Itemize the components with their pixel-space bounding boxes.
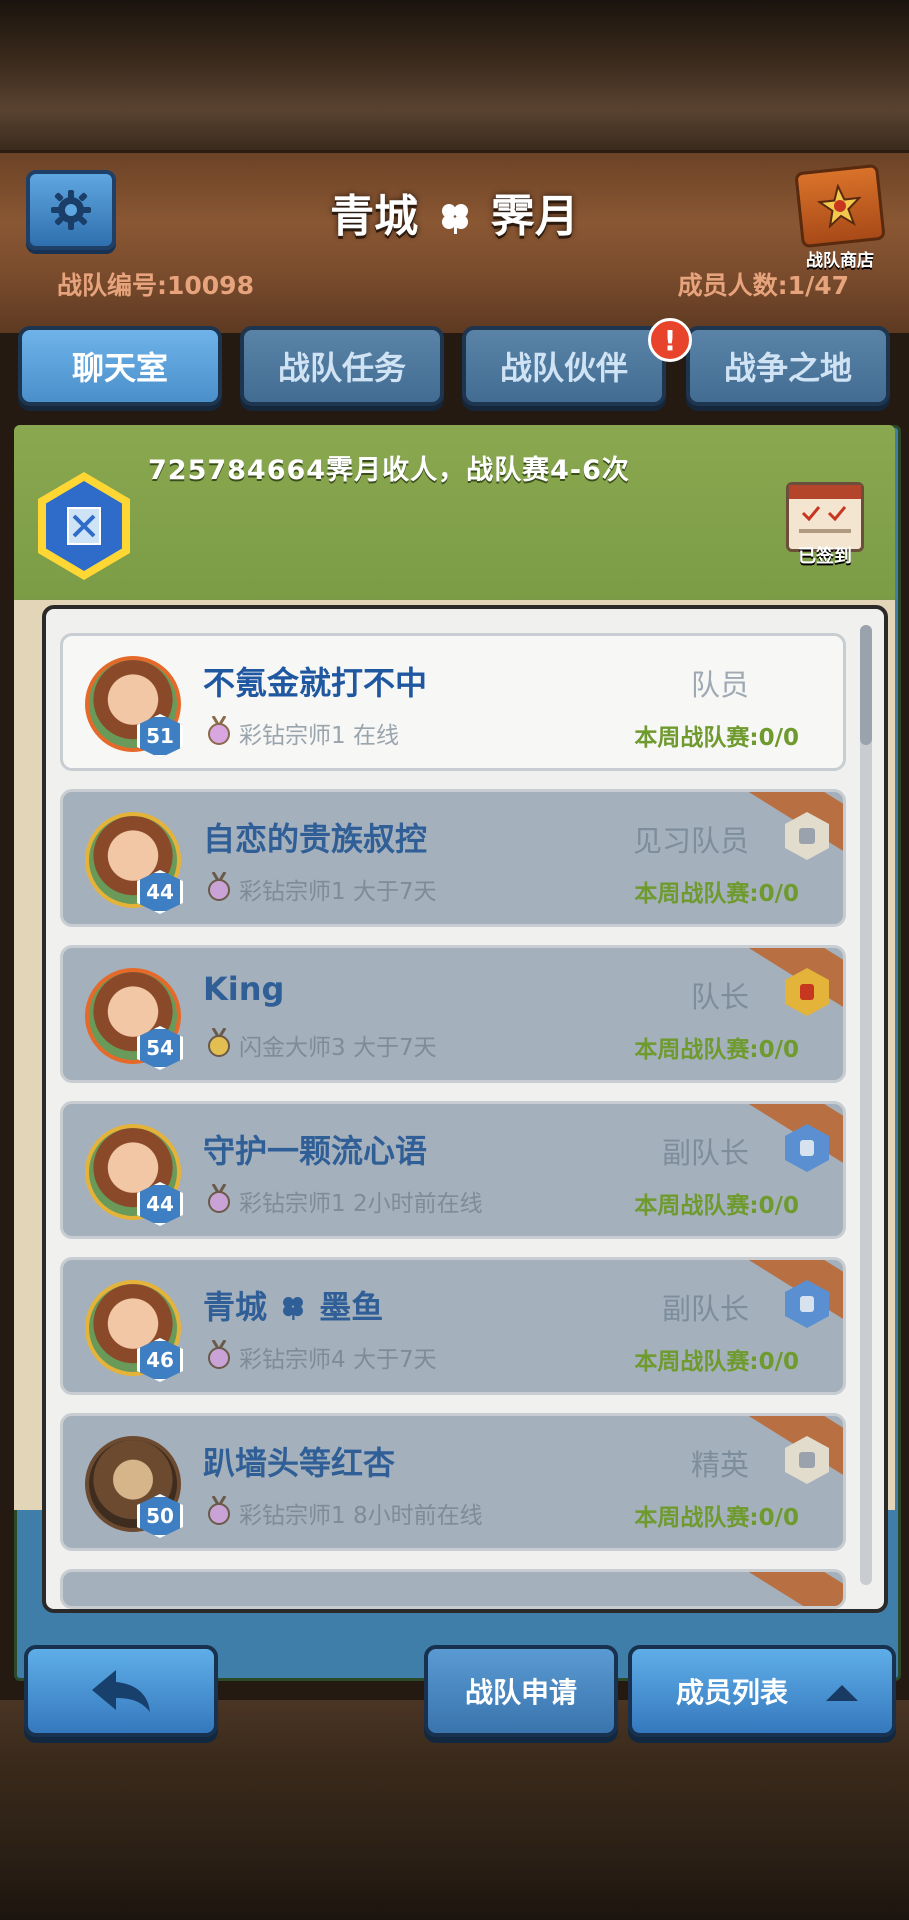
member-name: 不氪金就打不中 xyxy=(203,664,428,702)
tab-bar: 聊天室 战队任务 战队伙伴 战争之地 xyxy=(0,326,909,412)
member-rank: 彩钻宗师1 2小时前在线 xyxy=(239,1191,483,1217)
avatar: 51 xyxy=(77,648,183,758)
weekly-battles: 本周战队赛:0/0 xyxy=(634,1505,799,1531)
rank-medal-icon xyxy=(208,1028,230,1057)
member-count: 成员人数:1/47 xyxy=(677,271,849,300)
member-role: 队长 xyxy=(690,980,749,1014)
member-role: 精英 xyxy=(690,1448,749,1482)
list-scrollbar[interactable] xyxy=(860,625,872,1585)
member-row[interactable]: 46 青城 墨鱼 彩钻宗师4 大于7天 副队长 本周战队赛:0/0 xyxy=(60,1257,846,1395)
team-apply-button[interactable]: 战队申请 xyxy=(424,1645,618,1737)
member-rank: 彩钻宗师1 在线 xyxy=(239,723,399,749)
team-id: 战队编号:10098 xyxy=(57,271,254,300)
member-name: 守护一颗流心语 xyxy=(203,1132,428,1170)
team-shop-button[interactable]: 战队商店 xyxy=(790,160,890,271)
member-name: 趴墙头等红杏 xyxy=(203,1444,396,1482)
role-ribbon xyxy=(747,1572,843,1606)
scrollbar-thumb[interactable] xyxy=(860,625,872,745)
team-title: 青城 霁月 xyxy=(0,180,909,245)
avatar: 44 xyxy=(77,804,183,914)
tab-war-land[interactable]: 战争之地 xyxy=(686,326,890,406)
clover-icon xyxy=(280,1290,306,1328)
rank-medal-icon xyxy=(208,1496,230,1525)
back-arrow-icon xyxy=(92,1670,150,1712)
tab-team-partners[interactable]: 战队伙伴 xyxy=(462,326,666,406)
avatar: 54 xyxy=(77,960,183,1070)
member-role: 队员 xyxy=(690,668,749,702)
checkin-label: 已签到 xyxy=(798,546,852,567)
clover-icon xyxy=(438,194,472,245)
member-rank: 彩钻宗师1 大于7天 xyxy=(239,879,437,905)
member-role: 副队长 xyxy=(661,1292,749,1326)
member-name-suffix: 墨鱼 xyxy=(319,1288,384,1326)
member-row[interactable]: 51 不氪金就打不中 彩钻宗师1 在线 队员 本周战队赛:0/0 xyxy=(60,633,846,771)
alert-badge-icon: ! xyxy=(648,318,692,362)
member-list-label: 成员列表 xyxy=(676,1676,789,1709)
member-row-partial[interactable] xyxy=(60,1569,846,1609)
weekly-battles: 本周战队赛:0/0 xyxy=(634,1349,799,1375)
tab-team-tasks[interactable]: 战队任务 xyxy=(240,326,444,406)
weekly-battles: 本周战队赛:0/0 xyxy=(634,725,799,751)
team-title-suffix: 霁月 xyxy=(490,191,579,242)
weekly-battles: 本周战队赛:0/0 xyxy=(634,881,799,907)
member-rank: 彩钻宗师4 大于7天 xyxy=(239,1347,437,1373)
member-name-prefix: 青城 xyxy=(203,1288,268,1326)
rank-medal-icon xyxy=(208,716,230,745)
team-title-prefix: 青城 xyxy=(330,191,419,242)
member-row[interactable]: 54 King 闪金大师3 大于7天 队长 本周战队赛:0/0 xyxy=(60,945,846,1083)
chevron-up-icon xyxy=(826,1685,858,1701)
shop-star-icon xyxy=(794,163,886,249)
member-name: 自恋的贵族叔控 xyxy=(203,820,428,858)
member-row[interactable]: 44 自恋的贵族叔控 彩钻宗师1 大于7天 见习队员 本周战队赛:0/0 xyxy=(60,789,846,927)
avatar: 50 xyxy=(77,1428,183,1538)
member-name: 青城 墨鱼 xyxy=(203,1282,383,1328)
top-wood-background xyxy=(0,0,909,150)
member-list-button[interactable]: 成员列表 xyxy=(628,1645,896,1737)
member-list[interactable]: 51 不氪金就打不中 彩钻宗师1 在线 队员 本周战队赛:0/0 44 自恋的贵… xyxy=(42,605,888,1613)
member-row[interactable]: 44 守护一颗流心语 彩钻宗师1 2小时前在线 副队长 本周战队赛:0/0 xyxy=(60,1101,846,1239)
member-rank: 闪金大师3 大于7天 xyxy=(239,1035,437,1061)
back-button[interactable] xyxy=(24,1645,218,1737)
checkin-button[interactable]: 已签到 xyxy=(780,482,870,572)
avatar: 44 xyxy=(77,1116,183,1226)
weekly-battles: 本周战队赛:0/0 xyxy=(634,1193,799,1219)
tab-chat-room[interactable]: 聊天室 xyxy=(18,326,222,406)
member-rank: 彩钻宗师1 8小时前在线 xyxy=(239,1503,483,1529)
team-announcement: 725784664霁月收人，战队赛4-6次 xyxy=(148,455,630,486)
rank-medal-icon xyxy=(208,872,230,901)
member-row[interactable]: 50 趴墙头等红杏 彩钻宗师1 8小时前在线 精英 本周战队赛:0/0 xyxy=(60,1413,846,1551)
rank-medal-icon xyxy=(208,1340,230,1369)
member-role: 副队长 xyxy=(661,1136,749,1170)
rank-medal-icon xyxy=(208,1184,230,1213)
weekly-battles: 本周战队赛:0/0 xyxy=(634,1037,799,1063)
avatar: 46 xyxy=(77,1272,183,1382)
member-role: 见习队员 xyxy=(632,824,749,858)
member-name: King xyxy=(203,970,285,1008)
